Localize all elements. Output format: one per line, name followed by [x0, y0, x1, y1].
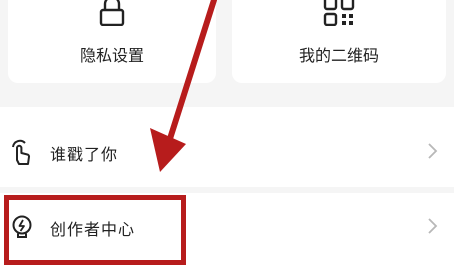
- qr-code-icon: [323, 0, 355, 26]
- annotation-highlight-box: [4, 195, 186, 265]
- chevron-right-icon: [428, 143, 438, 159]
- menu-item-label: 谁戳了你: [50, 145, 119, 164]
- lock-icon: [99, 0, 125, 26]
- chevron-right-icon: [428, 218, 438, 234]
- menu-item-who-poked-you[interactable]: 谁戳了你: [0, 111, 454, 187]
- my-qrcode-card[interactable]: 我的二维码: [232, 0, 446, 83]
- tap-hand-icon: [12, 139, 30, 165]
- privacy-settings-card[interactable]: 隐私设置: [8, 0, 216, 83]
- privacy-settings-label: 隐私设置: [79, 46, 144, 65]
- my-qrcode-label: 我的二维码: [298, 46, 379, 65]
